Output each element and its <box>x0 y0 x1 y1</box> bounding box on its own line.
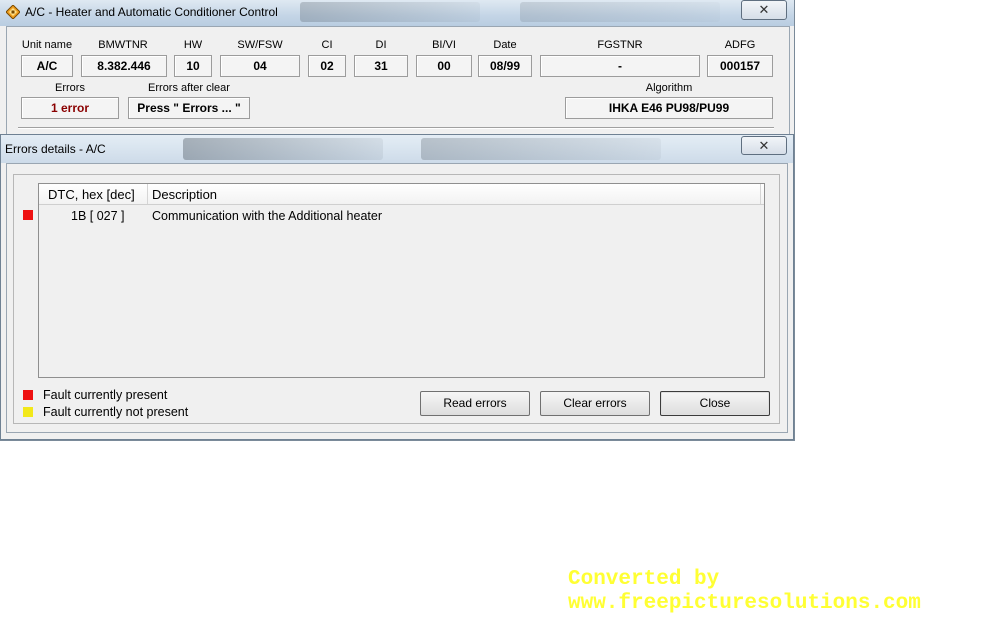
hw-value: 10 <box>174 55 212 77</box>
sw-fsw-label: SW/FSW <box>237 39 283 51</box>
error-list[interactable]: DTC, hex [dec] Description 1B [ 027 ] Co… <box>38 183 765 378</box>
bi-vi-label: BI/VI <box>432 39 456 51</box>
errors-dialog-close-x-button[interactable]: ✕ <box>741 136 787 155</box>
di-label: DI <box>375 39 387 51</box>
legend-not-present-text: Fault currently not present <box>43 405 189 419</box>
algorithm-value: IHKA E46 PU98/PU99 <box>565 97 773 119</box>
unit-name-label: Unit name <box>21 39 73 51</box>
errors-dialog-title: Errors details - A/C <box>5 142 106 156</box>
titlebar-background-blur <box>183 138 383 160</box>
section-divider <box>18 127 774 129</box>
titlebar-background-blur <box>520 2 720 22</box>
bmwtnr-value: 8.382.446 <box>81 55 167 77</box>
errors-label: Errors <box>55 82 85 94</box>
algorithm-label: Algorithm <box>645 82 693 94</box>
errors-dialog-titlebar[interactable]: Errors details - A/C ✕ <box>1 135 793 163</box>
error-list-header: DTC, hex [dec] Description <box>39 184 764 205</box>
date-value: 08/99 <box>478 55 532 77</box>
titlebar-background-blur <box>300 2 480 22</box>
adfg-label: ADFG <box>724 39 756 51</box>
fgstnr-label: FGSTNR <box>597 39 643 51</box>
legend-present-swatch <box>23 390 33 400</box>
titlebar-background-blur <box>421 138 661 160</box>
hw-label: HW <box>183 39 203 51</box>
close-icon: ✕ <box>758 138 770 153</box>
legend-not-present-swatch <box>23 407 33 417</box>
ci-value: 02 <box>308 55 346 77</box>
bmwtnr-label: BMWTNR <box>98 39 148 51</box>
date-label: Date <box>493 39 517 51</box>
main-titlebar[interactable]: A/C - Heater and Automatic Conditioner C… <box>0 0 794 26</box>
app-diamond-icon <box>6 5 20 19</box>
main-window-title: A/C - Heater and Automatic Conditioner C… <box>25 5 278 19</box>
main-close-button[interactable]: ✕ <box>741 0 787 20</box>
row-dtc[interactable]: 1B [ 027 ] <box>71 209 125 223</box>
column-header-description[interactable]: Description <box>152 187 217 202</box>
clear-errors-button[interactable]: Clear errors <box>540 391 650 416</box>
di-value: 31 <box>354 55 408 77</box>
read-errors-button[interactable]: Read errors <box>420 391 530 416</box>
watermark-line-1: Converted by <box>568 568 720 591</box>
adfg-value: 000157 <box>707 55 773 77</box>
sw-fsw-value: 04 <box>220 55 300 77</box>
errors-value: 1 error <box>21 97 119 119</box>
watermark-line-2: www.freepicturesolutions.com <box>568 592 921 615</box>
column-divider[interactable] <box>760 184 761 204</box>
legend-present-text: Fault currently present <box>43 388 168 402</box>
errors-after-clear-value: Press " Errors ... " <box>128 97 250 119</box>
row-description[interactable]: Communication with the Additional heater <box>152 209 382 223</box>
errors-after-clear-label: Errors after clear <box>148 82 230 94</box>
close-icon: ✕ <box>758 2 770 17</box>
column-divider[interactable] <box>147 184 148 204</box>
bi-vi-value: 00 <box>416 55 472 77</box>
unit-name-value: A/C <box>21 55 73 77</box>
column-header-dtc[interactable]: DTC, hex [dec] <box>48 187 135 202</box>
fgstnr-value: - <box>540 55 700 77</box>
row-fault-present-indicator <box>23 210 33 220</box>
ci-label: CI <box>321 39 333 51</box>
close-button[interactable]: Close <box>660 391 770 416</box>
